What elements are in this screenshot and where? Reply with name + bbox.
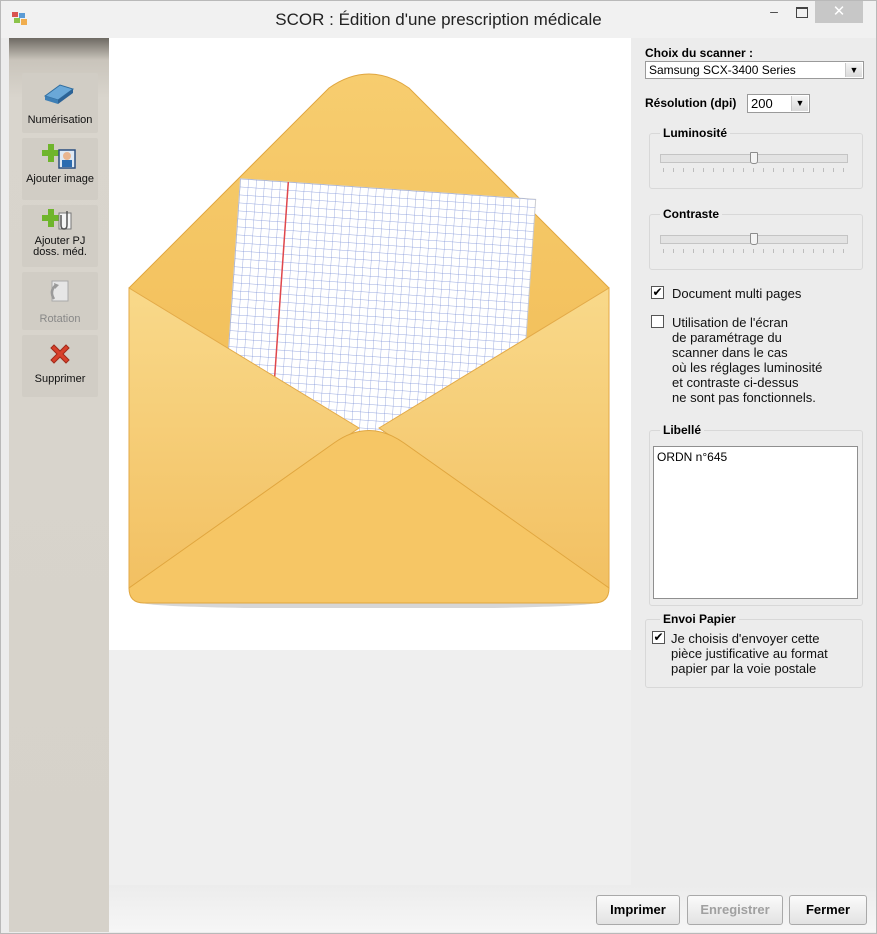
contrast-slider[interactable]	[750, 233, 758, 245]
scanner-label: Choix du scanner :	[645, 46, 754, 60]
delete-label: Supprimer	[34, 373, 86, 385]
envoi-papier-checkbox[interactable]: ✔	[652, 631, 665, 644]
maximize-button[interactable]	[789, 1, 815, 23]
rotation-icon	[50, 280, 69, 302]
contrast-ticks	[663, 249, 846, 253]
resolution-label: Résolution (dpi)	[645, 96, 737, 110]
print-button[interactable]: Imprimer	[596, 895, 680, 925]
preview-area	[109, 38, 631, 885]
checkmark-icon: ✔	[652, 285, 663, 299]
delete-button[interactable]: Supprimer	[22, 335, 98, 397]
luminosity-label: Luminosité	[660, 126, 731, 140]
rotation-label: Rotation	[39, 313, 81, 325]
bottom-bar: Imprimer Enregistrer Fermer	[109, 885, 876, 932]
screen-settings-label: Utilisation de l'écran de paramétrage du…	[672, 315, 823, 405]
multipage-label: Document multi pages	[672, 286, 802, 301]
add-image-button[interactable]: Ajouter image	[22, 138, 98, 200]
envoi-papier-text: Je choisis d'envoyer cette pièce justifi…	[671, 631, 828, 676]
title-bar: SCOR : Édition d'une prescription médica…	[1, 1, 876, 38]
scanner-icon	[43, 84, 75, 104]
add-image-label: Ajouter image	[26, 173, 94, 185]
envelope-icon	[128, 73, 610, 608]
contrast-group: Contraste	[649, 207, 863, 270]
scan-button[interactable]: Numérisation	[22, 73, 98, 133]
chevron-down-icon: ▼	[845, 63, 862, 77]
libelle-group: Libellé ORDN n°645	[649, 423, 863, 606]
resolution-select[interactable]: 200 ▼	[747, 94, 810, 113]
luminosity-ticks	[663, 168, 846, 172]
save-button[interactable]: Enregistrer	[687, 895, 783, 925]
preview-canvas	[109, 38, 631, 650]
close-button[interactable]: Fermer	[789, 895, 867, 925]
settings-panel: Choix du scanner : Samsung SCX-3400 Seri…	[632, 38, 876, 885]
scanner-select[interactable]: Samsung SCX-3400 Series ▼	[645, 61, 864, 79]
checkmark-icon: ✔	[653, 630, 664, 644]
add-attachment-label: Ajouter PJ doss. méd.	[33, 235, 87, 258]
envoi-papier-group: Envoi Papier ✔ Je choisis d'envoyer cett…	[645, 612, 863, 688]
chevron-down-icon: ▼	[791, 96, 808, 111]
scanner-select-value: Samsung SCX-3400 Series	[649, 63, 796, 77]
envoi-papier-label: Envoi Papier	[660, 612, 739, 626]
delete-icon	[50, 344, 70, 364]
scan-label: Numérisation	[27, 114, 93, 126]
libelle-label: Libellé	[660, 423, 705, 437]
luminosity-slider[interactable]	[750, 152, 758, 164]
resolution-select-value: 200	[751, 96, 773, 111]
left-toolbar: Numérisation Ajouter image Ajouter PJ do…	[9, 38, 109, 932]
screen-settings-checkbox[interactable]	[651, 315, 664, 328]
minimize-button[interactable]: –	[761, 1, 787, 23]
dialog-window: SCOR : Édition d'une prescription médica…	[0, 0, 877, 934]
close-window-button[interactable]: ✕	[815, 1, 863, 23]
luminosity-group: Luminosité	[649, 126, 863, 189]
add-attachment-icon	[42, 209, 72, 230]
window-title: SCOR : Édition d'une prescription médica…	[275, 10, 602, 29]
add-attachment-button[interactable]: Ajouter PJ doss. méd.	[22, 205, 98, 267]
libelle-field[interactable]: ORDN n°645	[653, 446, 858, 599]
rotation-button[interactable]: Rotation	[22, 272, 98, 330]
contrast-label: Contraste	[660, 207, 723, 221]
maximize-icon	[796, 7, 808, 18]
multipage-checkbox[interactable]: ✔	[651, 286, 664, 299]
add-image-icon	[42, 144, 76, 169]
